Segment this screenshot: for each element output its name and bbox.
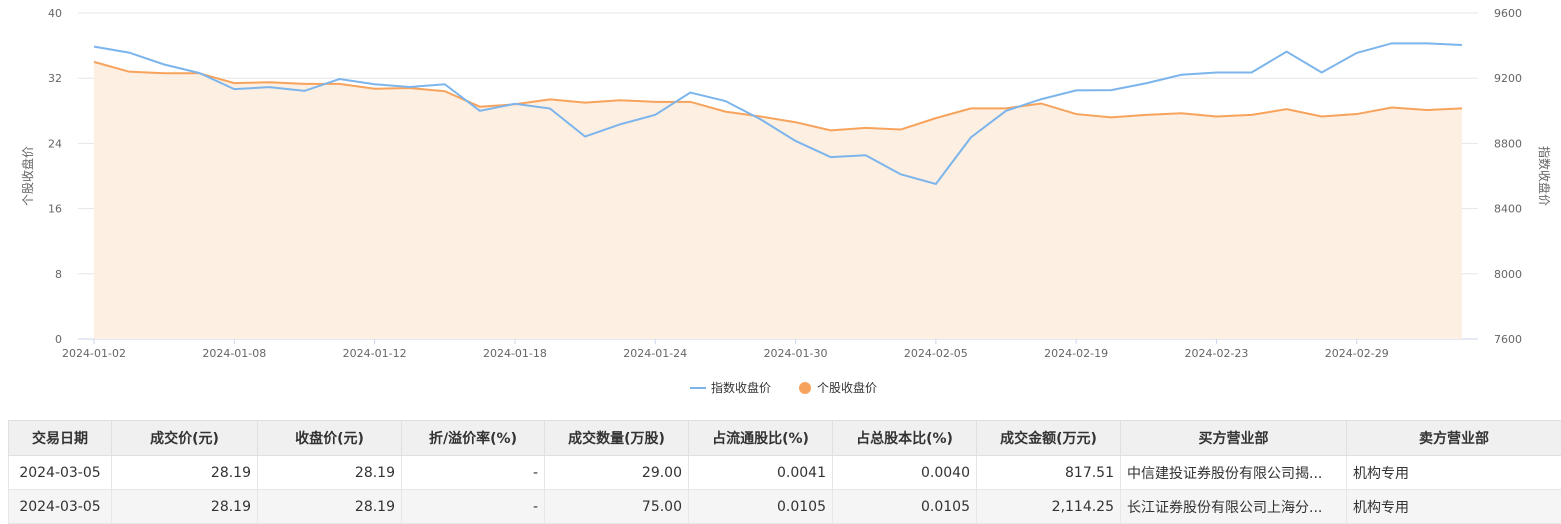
cell-total-share-ratio: 0.0040 [833, 456, 977, 490]
y-right-tick-label: 7600 [1494, 333, 1522, 346]
y-right-tick-label: 8400 [1494, 203, 1522, 216]
table-header-row: 交易日期 成交价(元) 收盘价(元) 折/溢价率(%) 成交数量(万股) 占流通… [9, 421, 1561, 456]
cell-deal-price: 28.19 [112, 456, 258, 490]
cell-trade-date: 2024-03-05 [9, 490, 112, 524]
x-tick-label: 2024-01-24 [623, 347, 687, 360]
x-tick-label: 2024-02-05 [904, 347, 968, 360]
header-volume[interactable]: 成交数量(万股) [545, 421, 689, 456]
header-deal-price[interactable]: 成交价(元) [112, 421, 258, 456]
y-left-axis-title: 个股收盘价 [20, 146, 35, 206]
y-left-tick-label: 16 [48, 203, 62, 216]
y-right-tick-label: 8800 [1494, 137, 1522, 150]
y-left-tick-label: 32 [48, 72, 62, 85]
header-float-ratio[interactable]: 占流通股比(%) [689, 421, 833, 456]
stock-close-area [94, 62, 1462, 339]
cell-amount: 2,114.25 [977, 490, 1121, 524]
legend-stock-symbol [799, 382, 811, 394]
header-amount[interactable]: 成交金额(万元) [977, 421, 1121, 456]
cell-volume: 29.00 [545, 456, 689, 490]
x-tick-label: 2024-01-12 [343, 347, 407, 360]
block-trade-table: 交易日期 成交价(元) 收盘价(元) 折/溢价率(%) 成交数量(万股) 占流通… [8, 420, 1561, 524]
cell-close-price: 28.19 [258, 490, 402, 524]
table-row: 2024-03-05 28.19 28.19 - 29.00 0.0041 0.… [9, 456, 1561, 490]
y-left-tick-label: 40 [48, 7, 62, 20]
cell-buyer[interactable]: 中信建投证券股份有限公司揭... [1121, 456, 1347, 490]
chart-svg: 0 8 16 24 32 40 7600 8000 8400 8800 9200 9600 2024-0… [0, 0, 1561, 420]
x-tick-label: 2024-02-23 [1184, 347, 1248, 360]
price-chart: 0 8 16 24 32 40 7600 8000 8400 8800 9200 9600 2024-0… [0, 0, 1561, 420]
cell-float-ratio: 0.0105 [689, 490, 833, 524]
y-right-tick-label: 8000 [1494, 268, 1522, 281]
cell-seller[interactable]: 机构专用 [1347, 490, 1561, 524]
x-tick-label: 2024-01-18 [483, 347, 547, 360]
header-seller[interactable]: 卖方营业部 [1347, 421, 1561, 456]
cell-trade-date: 2024-03-05 [9, 456, 112, 490]
block-trade-table-container: 交易日期 成交价(元) 收盘价(元) 折/溢价率(%) 成交数量(万股) 占流通… [8, 420, 1561, 524]
header-close-price[interactable]: 收盘价(元) [258, 421, 402, 456]
x-tick-label: 2024-01-02 [62, 347, 126, 360]
header-trade-date[interactable]: 交易日期 [9, 421, 112, 456]
x-tick-label: 2024-01-08 [202, 347, 266, 360]
table-row: 2024-03-05 28.19 28.19 - 75.00 0.0105 0.… [9, 490, 1561, 524]
header-buyer[interactable]: 买方营业部 [1121, 421, 1347, 456]
cell-float-ratio: 0.0041 [689, 456, 833, 490]
cell-total-share-ratio: 0.0105 [833, 490, 977, 524]
y-right-tick-label: 9200 [1494, 72, 1522, 85]
legend-stock-label: 个股收盘价 [817, 380, 877, 395]
y-left-tick-label: 0 [55, 333, 62, 346]
y-left-tick-label: 24 [48, 137, 62, 150]
cell-amount: 817.51 [977, 456, 1121, 490]
y-right-tick-label: 9600 [1494, 7, 1522, 20]
cell-deal-price: 28.19 [112, 490, 258, 524]
y-left-tick-label: 8 [55, 268, 62, 281]
cell-seller[interactable]: 机构专用 [1347, 456, 1561, 490]
cell-close-price: 28.19 [258, 456, 402, 490]
header-total-share-ratio[interactable]: 占总股本比(%) [833, 421, 977, 456]
legend-index-label: 指数收盘价 [711, 380, 771, 395]
x-tick-label: 2024-02-19 [1044, 347, 1108, 360]
x-tick-label: 2024-02-29 [1325, 347, 1389, 360]
cell-buyer[interactable]: 长江证券股份有限公司上海分... [1121, 490, 1347, 524]
cell-volume: 75.00 [545, 490, 689, 524]
header-premium-rate[interactable]: 折/溢价率(%) [402, 421, 545, 456]
cell-premium-rate: - [402, 456, 545, 490]
x-tick-label: 2024-01-30 [764, 347, 828, 360]
y-right-axis-title: 指数收盘价 [1537, 146, 1552, 206]
cell-premium-rate: - [402, 490, 545, 524]
